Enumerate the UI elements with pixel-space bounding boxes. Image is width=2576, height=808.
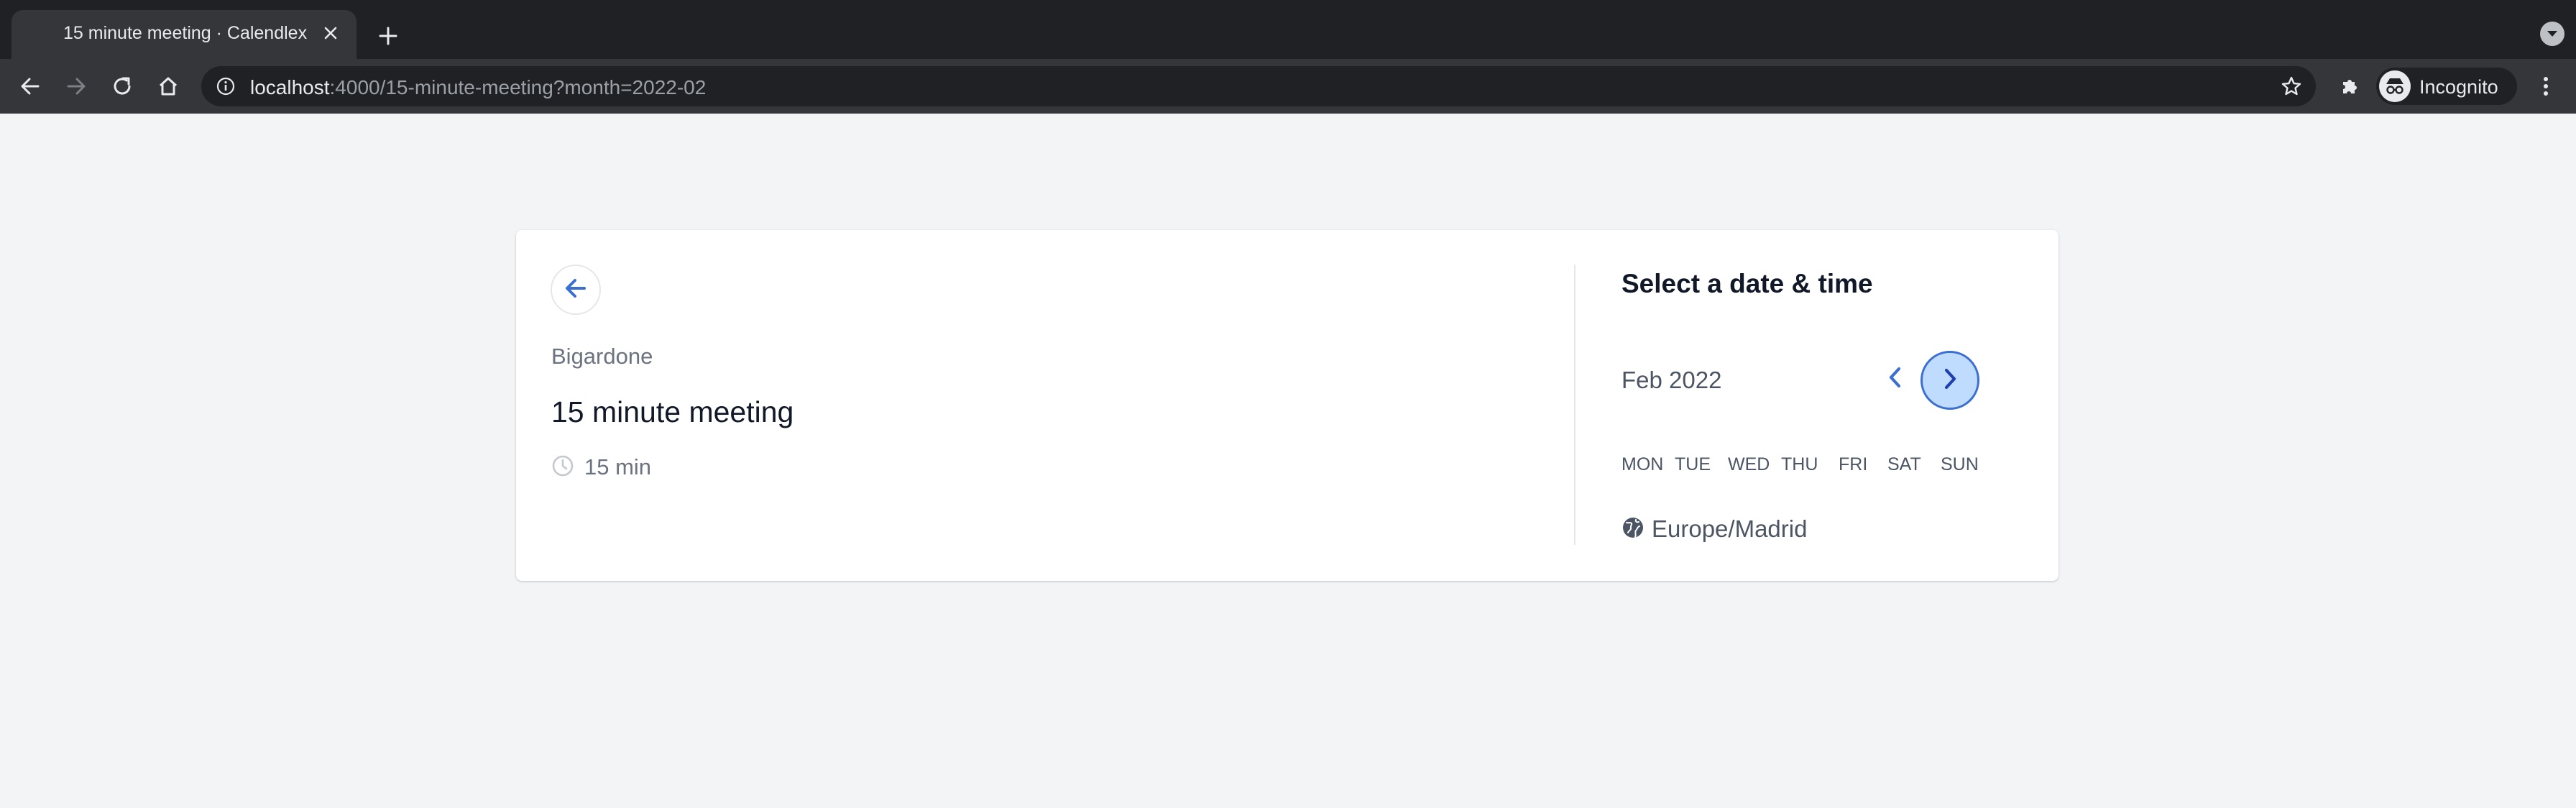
timezone-selector[interactable]: Europe/Madrid bbox=[1622, 515, 1807, 543]
address-bar[interactable]: localhost:4000/15-minute-meeting?month=2… bbox=[201, 66, 2316, 106]
weekday-wed: WED bbox=[1728, 454, 1770, 474]
booking-card: Bigardone 15 minute meeting 15 min Selec… bbox=[516, 230, 2058, 581]
weekday-thu: THU bbox=[1781, 454, 1818, 474]
tab-search-icon[interactable] bbox=[2540, 22, 2564, 46]
weekday-mon: MON bbox=[1622, 454, 1664, 474]
close-tab-icon[interactable] bbox=[318, 20, 344, 46]
organizer-name: Bigardone bbox=[551, 344, 653, 369]
arrow-left-icon bbox=[563, 275, 589, 305]
scheduler-title: Select a date & time bbox=[1622, 269, 1873, 298]
incognito-profile-button[interactable]: Incognito bbox=[2376, 68, 2517, 105]
weekday-sat: SAT bbox=[1887, 454, 1921, 474]
extensions-puzzle-icon[interactable] bbox=[2333, 69, 2368, 104]
chevron-left-icon bbox=[1886, 365, 1905, 393]
bookmark-star-icon[interactable] bbox=[2280, 75, 2303, 98]
weekday-fri: FRI bbox=[1839, 454, 1868, 474]
timezone-text: Europe/Madrid bbox=[1652, 515, 1808, 542]
home-icon[interactable] bbox=[151, 69, 185, 104]
event-title: 15 minute meeting bbox=[551, 395, 794, 428]
browser-menu-icon[interactable] bbox=[2529, 69, 2563, 104]
globe-icon bbox=[1622, 516, 1644, 543]
previous-month-button[interactable] bbox=[1873, 357, 1918, 401]
site-info-icon[interactable] bbox=[216, 76, 236, 96]
weekday-tue: TUE bbox=[1675, 454, 1711, 474]
browser-tab-strip: 15 minute meeting · Calendlex bbox=[0, 0, 2576, 59]
back-nav-icon[interactable] bbox=[13, 69, 47, 104]
panel-divider bbox=[1574, 265, 1576, 545]
incognito-icon bbox=[2379, 70, 2411, 102]
profile-label: Incognito bbox=[2419, 76, 2498, 98]
url-text: localhost:4000/15-minute-meeting?month=2… bbox=[250, 76, 706, 99]
current-month: Feb 2022 bbox=[1622, 367, 1722, 393]
url-host: localhost bbox=[250, 76, 330, 98]
url-path: :4000/15-minute-meeting?month=2022-02 bbox=[329, 76, 707, 98]
tab-title: 15 minute meeting · Calendlex bbox=[63, 23, 308, 43]
clock-icon bbox=[551, 454, 574, 481]
duration-text: 15 min bbox=[584, 454, 652, 479]
browser-toolbar: localhost:4000/15-minute-meeting?month=2… bbox=[0, 59, 2576, 114]
browser-tab[interactable]: 15 minute meeting · Calendlex bbox=[12, 10, 356, 59]
weekday-header: MON TUE WED THU FRI SAT SUN bbox=[1622, 454, 1994, 476]
chevron-right-icon bbox=[1941, 367, 1959, 395]
reload-icon[interactable] bbox=[105, 69, 139, 104]
new-tab-icon[interactable] bbox=[372, 20, 404, 52]
back-button[interactable] bbox=[551, 265, 601, 315]
next-month-button[interactable] bbox=[1920, 351, 1979, 410]
event-duration: 15 min bbox=[551, 453, 651, 482]
forward-nav-icon[interactable] bbox=[59, 69, 93, 104]
weekday-sun: SUN bbox=[1941, 454, 1979, 474]
